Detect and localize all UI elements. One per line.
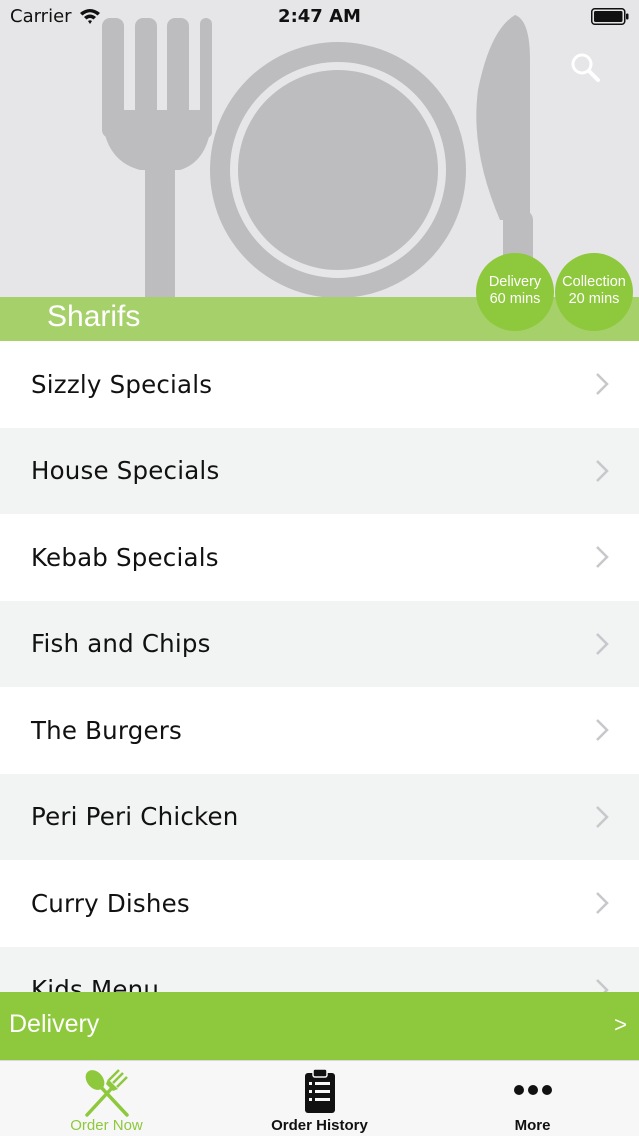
- search-button[interactable]: [566, 48, 604, 86]
- chevron-right-icon: [596, 546, 609, 569]
- menu-item-label: House Specials: [31, 456, 220, 486]
- chevron-right-icon: [596, 978, 609, 992]
- menu-item-house-specials[interactable]: House Specials: [0, 427, 639, 514]
- tab-order-history[interactable]: Order History: [213, 1061, 426, 1136]
- menu-item-label: Curry Dishes: [31, 888, 190, 918]
- menu-category-list[interactable]: Sizzly Specials House Specials Kebab Spe…: [0, 341, 639, 992]
- menu-item-kids-menu[interactable]: Kids Menu: [0, 946, 639, 992]
- clipboard-icon: [304, 1068, 335, 1113]
- menu-item-label: Peri Peri Chicken: [31, 802, 239, 832]
- chevron-right-icon: [596, 459, 609, 482]
- status-time: 2:47 AM: [278, 6, 361, 27]
- menu-item-sizzly-specials[interactable]: Sizzly Specials: [0, 341, 639, 428]
- search-icon: [571, 53, 600, 82]
- menu-item-label: Fish and Chips: [31, 629, 211, 659]
- menu-item-peri-peri-chicken[interactable]: Peri Peri Chicken: [0, 773, 639, 860]
- delivery-badge-label: Delivery: [488, 274, 542, 290]
- delivery-arrow-icon: >: [614, 1012, 627, 1037]
- chevron-right-icon: [596, 373, 609, 396]
- tab-more[interactable]: More: [426, 1061, 639, 1136]
- delivery-mode-bar[interactable]: Delivery >: [0, 992, 639, 1060]
- tab-label: More: [514, 1117, 551, 1134]
- tab-label: Order History: [271, 1117, 368, 1134]
- status-bar: Carrier 2:47 AM: [0, 0, 639, 34]
- more-dots-icon: [513, 1085, 552, 1095]
- menu-item-label: The Burgers: [31, 715, 182, 745]
- delivery-badge-time: 60 mins: [489, 291, 541, 307]
- chevron-right-icon: [596, 805, 609, 828]
- collection-time-badge: Collection 20 mins: [555, 253, 633, 331]
- collection-badge-label: Collection: [562, 274, 626, 290]
- fork-knife-icon: [84, 1069, 129, 1117]
- tab-bar: Order Now Order History More: [0, 1060, 639, 1136]
- restaurant-header: Sharifs Delivery 60 mins Collection 20 m…: [0, 0, 639, 341]
- menu-item-curry-dishes[interactable]: Curry Dishes: [0, 860, 639, 947]
- delivery-mode-label: Delivery: [9, 1010, 100, 1038]
- delivery-time-badge: Delivery 60 mins: [476, 253, 554, 331]
- collection-badge-time: 20 mins: [568, 291, 620, 307]
- menu-item-fish-and-chips[interactable]: Fish and Chips: [0, 600, 639, 687]
- tab-label: Order Now: [70, 1117, 143, 1134]
- menu-item-kebab-specials[interactable]: Kebab Specials: [0, 514, 639, 601]
- menu-item-label: Kids Menu: [31, 975, 160, 992]
- menu-item-label: Sizzly Specials: [31, 369, 213, 399]
- restaurant-name: Sharifs: [47, 300, 141, 333]
- menu-item-label: Kebab Specials: [31, 542, 219, 572]
- battery-icon: [591, 8, 629, 25]
- chevron-right-icon: [596, 892, 609, 915]
- chevron-right-icon: [596, 632, 609, 655]
- chevron-right-icon: [596, 719, 609, 742]
- tab-order-now[interactable]: Order Now: [0, 1061, 213, 1136]
- menu-item-the-burgers[interactable]: The Burgers: [0, 687, 639, 774]
